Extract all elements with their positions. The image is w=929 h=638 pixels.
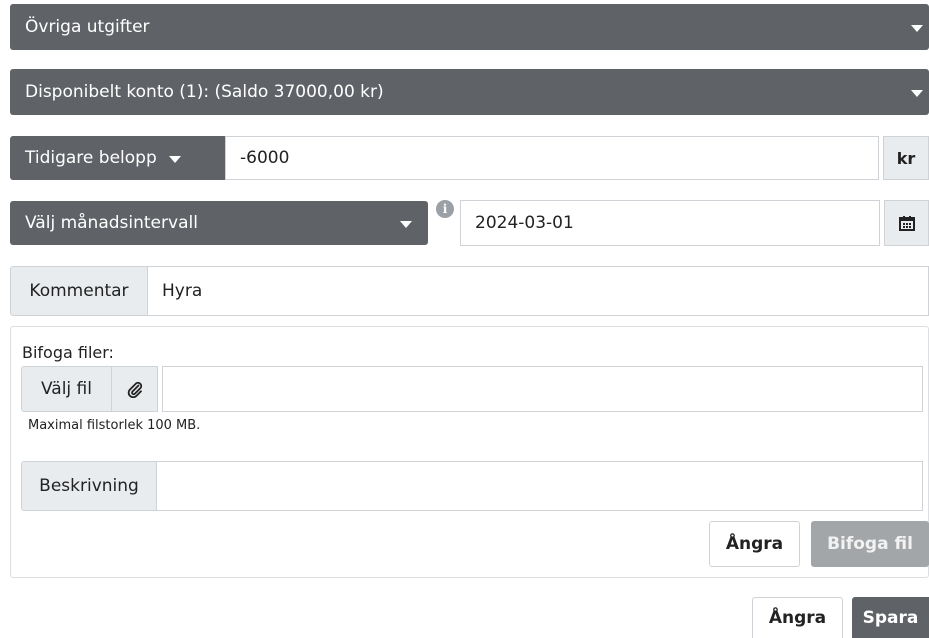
amount-input-value: -6000 [240, 148, 290, 168]
chevron-down-icon [400, 221, 412, 228]
undo-button[interactable]: Ångra [752, 597, 843, 638]
amount-type-dropdown[interactable]: Tidigare belopp [10, 136, 225, 180]
amount-type-label: Tidigare belopp [25, 148, 157, 168]
amount-input[interactable]: -6000 [225, 136, 879, 180]
attach-heading: Bifoga filer: [22, 343, 114, 362]
attach-file-label: Bifoga fil [827, 534, 913, 554]
date-input[interactable]: 2024-03-01 [460, 200, 880, 246]
info-icon[interactable]: i [436, 200, 454, 218]
description-label: Beskrivning [39, 476, 139, 496]
comment-input[interactable]: Hyra [147, 266, 929, 316]
description-input[interactable] [156, 461, 923, 511]
calendar-icon [898, 216, 915, 231]
month-interval-label: Välj månadsintervall [25, 213, 198, 233]
chevron-down-icon [911, 90, 923, 97]
attach-file-button[interactable]: Bifoga fil [811, 521, 929, 567]
chevron-down-icon [168, 156, 181, 163]
choose-file-button[interactable]: Välj fil [21, 366, 112, 412]
file-input[interactable] [162, 366, 923, 412]
date-input-value: 2024-03-01 [475, 213, 574, 233]
month-interval-dropdown[interactable]: Välj månadsintervall [10, 201, 428, 245]
account-dropdown[interactable]: Disponibelt konto (1): (Saldo 37000,00 k… [10, 69, 929, 115]
category-dropdown[interactable]: Övriga utgifter [10, 4, 929, 50]
amount-unit: kr [883, 136, 929, 180]
attach-undo-label: Ångra [725, 534, 784, 554]
category-dropdown-label: Övriga utgifter [25, 17, 150, 37]
account-dropdown-label: Disponibelt konto (1): (Saldo 37000,00 k… [25, 82, 384, 102]
max-size-text: Maximal filstorlek 100 MB. [28, 418, 201, 433]
attach-undo-button[interactable]: Ångra [709, 521, 800, 567]
paperclip-addon[interactable] [111, 366, 158, 412]
description-label-addon: Beskrivning [21, 461, 157, 511]
save-label: Spara [862, 607, 919, 628]
chevron-down-icon [911, 25, 923, 32]
calendar-button[interactable] [884, 200, 929, 246]
comment-input-value: Hyra [162, 281, 203, 301]
comment-label: Kommentar [29, 281, 129, 301]
save-button[interactable]: Spara [852, 597, 929, 638]
amount-unit-label: kr [896, 148, 916, 168]
paperclip-icon [127, 381, 142, 398]
undo-label: Ångra [768, 608, 827, 628]
choose-file-label: Välj fil [40, 379, 92, 399]
comment-label-addon: Kommentar [10, 266, 148, 316]
